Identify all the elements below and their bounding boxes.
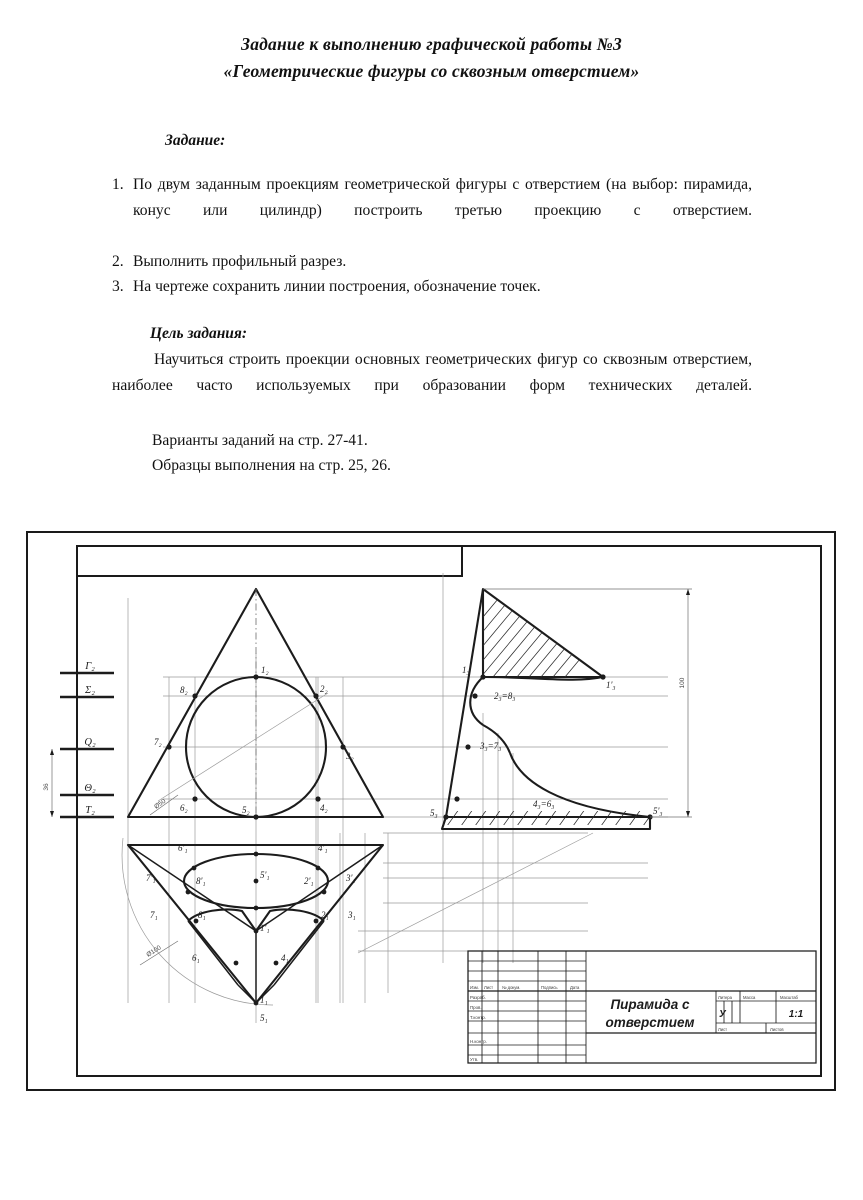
title-block: Изм. Лист № докум. Подпись Дата Разраб. …: [467, 950, 817, 1064]
point-label-4-1: 4₁: [281, 953, 289, 963]
part-name-line-2: отверстием: [605, 1015, 694, 1030]
plane-label-q2: Q₂: [84, 737, 96, 748]
list-item-text: На чертеже сохранить линии построения, о…: [133, 278, 541, 295]
point-label-7-prime-1: 7'₁: [146, 873, 156, 883]
title-line-1: Задание к выполнению графической работы …: [241, 34, 622, 54]
point-label-5-3: 5₃: [430, 808, 438, 818]
dimension-diameter-top: Ø100: [145, 944, 163, 959]
point-label-2-2: 2₂: [320, 684, 328, 694]
masshtab-label: Масштаб: [780, 995, 799, 1000]
goal-text: Научиться строить проекции основных геом…: [112, 351, 752, 394]
point-label-4-prime-1: 4'₁: [318, 843, 328, 853]
task-heading: Задание:: [165, 132, 226, 149]
point-label-6-2: 6₂: [180, 803, 188, 813]
title-line-2: «Геометрические фигуры со сквозным отвер…: [223, 61, 640, 81]
point-label-3-1: 3₁: [347, 910, 356, 920]
point-label-3-3-7-3: 3₃=7₃: [479, 741, 501, 751]
point-label-5-2: 5₂: [242, 805, 250, 815]
sheet-label: Лист: [718, 1027, 727, 1032]
change-col-list: Лист: [484, 985, 493, 990]
point-label-7-2: 7₂: [154, 737, 162, 747]
role-razrab: Разраб.: [470, 995, 486, 1000]
point-label-2-3-8-3: 2₃=8₃: [494, 691, 515, 701]
list-item: 3. На чертеже сохранить линии построения…: [112, 274, 752, 300]
point-label-5-1: 5₁: [260, 1013, 268, 1023]
litera-value: У: [719, 1009, 727, 1020]
role-tkontr: Т.контр.: [470, 1015, 486, 1020]
dimension-overall-height: 100: [679, 677, 686, 688]
list-item-number: 1.: [112, 176, 124, 193]
title-block-change-table: [468, 951, 587, 1063]
point-label-1-prime-1: 1'₁: [260, 923, 270, 933]
point-label-6-prime-1: 6'₁: [178, 843, 188, 853]
plane-label-sigma2: Σ₂: [84, 685, 95, 696]
point-label-2-prime-1: 2'₁: [304, 876, 314, 886]
list-item-text: Выполнить профильный разрез.: [133, 252, 347, 270]
point-label-6-1: 6₁: [192, 953, 200, 963]
point-label-1-3: 1₃: [462, 665, 470, 675]
dimension-diameter-front: Ø50: [153, 798, 167, 811]
task-list: 1. По двум заданным проекциям геометриче…: [112, 172, 752, 300]
drawing-sheet: Г₂ Σ₂ Q₂ Θ₂ T₂ 36 1₂ 2₂ 3₂ 4₂ 5₂ 6₂ 7₂ 8…: [26, 531, 836, 1091]
document-page: Задание к выполнению графической работы …: [0, 0, 863, 1200]
point-label-7-1: 7₁: [150, 910, 158, 920]
point-label-4-3-6-3: 4₃=6₃: [533, 799, 554, 809]
point-label-4-2: 4₂: [320, 803, 328, 813]
list-item-number: 3.: [112, 278, 124, 295]
change-col-doc: № докум.: [502, 985, 520, 990]
list-item: 1. По двум заданным проекциям геометриче…: [112, 172, 752, 249]
plane-label-t2: T₂: [85, 805, 95, 816]
plane-label-gamma2: Г₂: [84, 661, 95, 672]
point-label-5-prime-3: 5'₃: [653, 806, 663, 816]
goal-heading: Цель задания:: [150, 325, 248, 342]
change-col-sign: Подпись: [541, 985, 558, 990]
list-item-text: По двум заданным проекциям геометрическо…: [133, 176, 752, 219]
point-label-5-prime-1: 5'₁: [260, 870, 270, 880]
point-label-1-prime-3: 1'₃: [606, 680, 616, 690]
scale-value: 1:1: [789, 1009, 804, 1020]
variants-note: Варианты заданий на стр. 27-41.: [152, 432, 368, 449]
plane-label-group: Г₂ Σ₂ Q₂ Θ₂ T₂ 36: [43, 661, 114, 819]
dimension-36: 36: [43, 783, 50, 791]
role-prov: Пров.: [470, 1005, 482, 1010]
point-label-8-prime-1: 8'₁: [196, 876, 206, 886]
change-col-izm: Изм.: [470, 985, 479, 990]
point-label-2-1: 2₁: [321, 910, 329, 920]
point-label-1-1: 1₁: [260, 995, 268, 1005]
massa-label: Масса: [743, 995, 756, 1000]
front-view: 1₂ 2₂ 3₂ 4₂ 5₂ 6₂ 7₂ 8₂ Ø50: [126, 587, 385, 820]
text-section: Задание к выполнению графической работы …: [0, 0, 863, 474]
point-label-3-prime-1: 3'₁: [345, 873, 356, 883]
profile-view: 1₃ 1'₃ 2₃=8₃ 3₃=7₃ 4₃=6₃ 5₃ 5'₃ 100: [430, 587, 692, 831]
samples-note: Образцы выполнения на стр. 25, 26.: [152, 457, 391, 474]
plane-label-theta2: Θ₂: [84, 783, 96, 794]
top-view: Ø100 1'₁ 1₁ 2'₁ 2₁ 3'₁ 3₁ 4'₁ 4₁ 5'₁ 5₁ …: [121, 837, 385, 1023]
part-name-line-1: Пирамида с: [610, 997, 690, 1012]
point-label-3-2: 3₂: [345, 751, 354, 761]
role-nkontr: Н.контр.: [470, 1039, 487, 1044]
point-label-8-1: 8₁: [198, 910, 206, 920]
technical-drawing: Г₂ Σ₂ Q₂ Θ₂ T₂ 36 1₂ 2₂ 3₂ 4₂ 5₂ 6₂ 7₂ 8…: [43, 573, 817, 1064]
role-utv: Утв.: [470, 1057, 478, 1062]
sheets-label: Листов: [770, 1027, 784, 1032]
point-label-1-2: 1₂: [261, 665, 269, 675]
correspondence-line: [357, 832, 594, 954]
page-title: Задание к выполнению графической работы …: [0, 31, 863, 85]
list-item: 2. Выполнить профильный разрез.: [112, 249, 752, 275]
point-label-8-2: 8₂: [180, 685, 188, 695]
list-item-number: 2.: [112, 252, 124, 270]
litera-label: Литера: [718, 995, 733, 1000]
change-col-date: Дата: [570, 985, 580, 990]
